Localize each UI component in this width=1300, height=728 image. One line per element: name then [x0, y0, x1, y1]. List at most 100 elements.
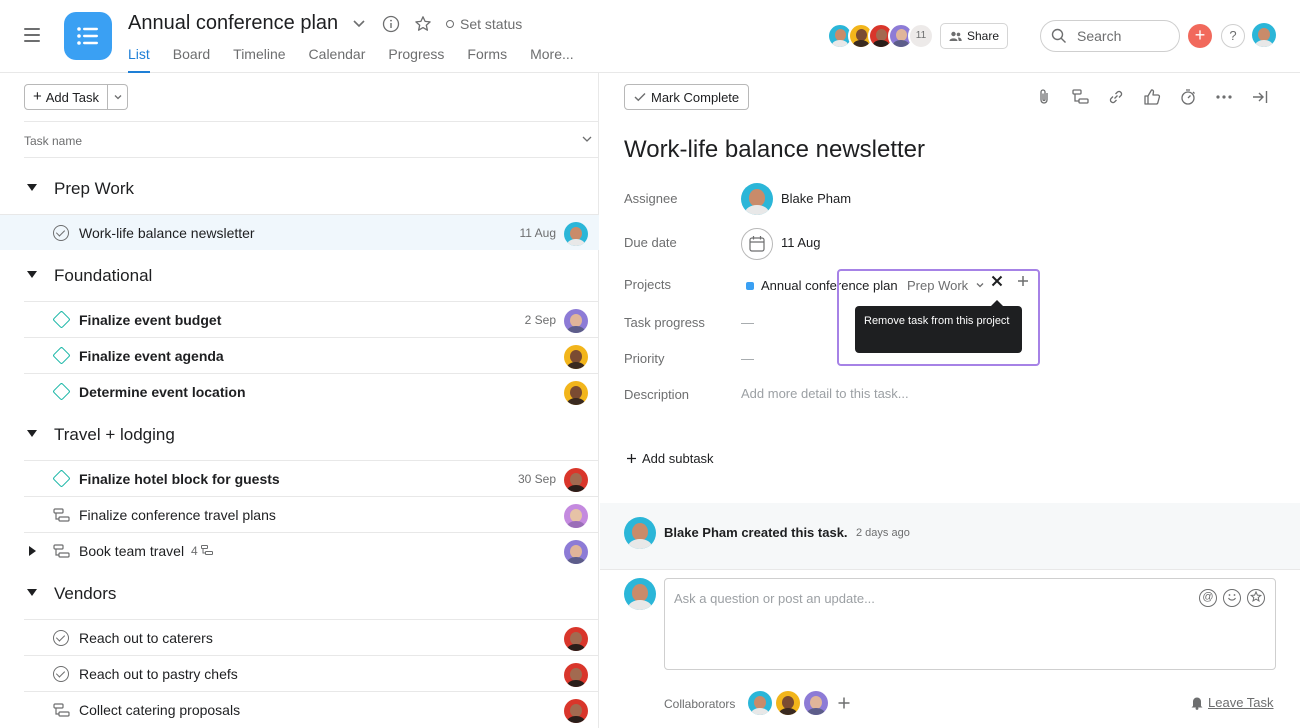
- chevron-down-icon[interactable]: [352, 16, 366, 33]
- add-subtask-button[interactable]: Add subtask: [626, 451, 714, 466]
- creator-avatar[interactable]: [624, 517, 656, 549]
- milestone-diamond-icon[interactable]: [52, 346, 71, 365]
- task-row[interactable]: Finalize hotel block for guests 30 Sep: [24, 460, 599, 496]
- appreciation-star-icon[interactable]: [1247, 589, 1265, 607]
- task-name: Book team travel: [79, 543, 185, 559]
- share-button[interactable]: Share: [940, 23, 1008, 49]
- add-task-dropdown-chevron-icon[interactable]: [108, 84, 129, 110]
- quick-add-plus-icon[interactable]: +: [1188, 24, 1212, 48]
- tab-more[interactable]: More...: [530, 46, 574, 73]
- task-row[interactable]: Reach out to caterers: [24, 619, 599, 655]
- assignee-avatar[interactable]: [564, 345, 588, 369]
- add-task-control: + Add Task: [24, 84, 129, 110]
- more-options-icon[interactable]: [1215, 88, 1233, 106]
- close-pane-icon[interactable]: [1251, 88, 1269, 106]
- set-status-button[interactable]: Set status: [446, 16, 522, 32]
- section-header[interactable]: Prep Work: [0, 168, 599, 210]
- assignee-avatar[interactable]: [741, 183, 773, 215]
- add-project-plus-icon[interactable]: [1016, 273, 1030, 293]
- assignee-avatar[interactable]: [564, 540, 588, 564]
- mark-complete-label: Mark Complete: [651, 89, 740, 105]
- collapse-triangle-icon[interactable]: [27, 589, 37, 596]
- check-circle-icon[interactable]: [53, 630, 69, 646]
- collapse-triangle-icon[interactable]: [27, 184, 37, 191]
- tab-progress[interactable]: Progress: [388, 46, 444, 73]
- subtasks-icon[interactable]: [53, 508, 70, 522]
- section-header[interactable]: Travel + lodging: [0, 414, 599, 456]
- assignee-avatar[interactable]: [564, 627, 588, 651]
- attachment-icon[interactable]: [1035, 88, 1053, 106]
- mention-at-icon[interactable]: @: [1199, 589, 1217, 607]
- project-section-dropdown[interactable]: Prep Work: [907, 278, 985, 293]
- task-name: Reach out to caterers: [79, 630, 213, 646]
- leave-task-button[interactable]: Leave Task: [1190, 695, 1274, 710]
- assignee-avatar[interactable]: [564, 381, 588, 405]
- project-title[interactable]: Annual conference plan: [128, 12, 338, 35]
- emoji-icon[interactable]: [1223, 589, 1241, 607]
- tab-calendar[interactable]: Calendar: [309, 46, 366, 73]
- task-name-column-header[interactable]: Task name: [24, 121, 599, 158]
- add-task-button[interactable]: + Add Task: [24, 84, 109, 110]
- subtask-icon[interactable]: [1071, 88, 1089, 106]
- milestone-diamond-icon[interactable]: [52, 310, 71, 329]
- add-collaborator-plus-icon[interactable]: [837, 696, 851, 710]
- due-date-value[interactable]: 11 Aug: [781, 235, 821, 250]
- subtask-count[interactable]: 4: [191, 544, 214, 558]
- collapse-triangle-icon[interactable]: [27, 430, 37, 437]
- subtasks-icon[interactable]: [53, 544, 70, 558]
- section-header[interactable]: Foundational: [0, 255, 599, 297]
- expand-triangle-icon[interactable]: [29, 546, 36, 556]
- collaborator-avatar[interactable]: [776, 691, 800, 715]
- remove-project-close-icon[interactable]: [990, 274, 1004, 293]
- calendar-icon[interactable]: [741, 228, 773, 260]
- task-detail-pane: Mark Complete Work-life balance newslett…: [600, 73, 1300, 728]
- collaborator-avatar[interactable]: [748, 691, 772, 715]
- tab-timeline[interactable]: Timeline: [233, 46, 285, 73]
- tab-board[interactable]: Board: [173, 46, 210, 73]
- collapse-triangle-icon[interactable]: [27, 271, 37, 278]
- priority-value[interactable]: —: [741, 351, 754, 366]
- task-title[interactable]: Work-life balance newsletter: [624, 136, 925, 164]
- task-name: Finalize event budget: [79, 312, 222, 328]
- comment-input[interactable]: Ask a question or post an update... @: [664, 578, 1276, 670]
- user-avatar[interactable]: [1252, 23, 1276, 47]
- task-row[interactable]: Finalize conference travel plans: [24, 496, 599, 532]
- mark-complete-button[interactable]: Mark Complete: [624, 84, 750, 110]
- milestone-diamond-icon[interactable]: [52, 469, 71, 488]
- hamburger-menu-icon[interactable]: [24, 28, 40, 42]
- chevron-down-icon[interactable]: [581, 133, 593, 148]
- task-row[interactable]: Finalize event budget 2 Sep: [24, 301, 599, 337]
- help-icon[interactable]: ?: [1221, 24, 1245, 48]
- task-row[interactable]: Collect catering proposals: [24, 691, 599, 727]
- timer-icon[interactable]: [1179, 88, 1197, 106]
- add-subtask-label: Add subtask: [642, 451, 714, 466]
- assignee-avatar[interactable]: [564, 222, 588, 246]
- task-row[interactable]: Book team travel 4: [24, 532, 599, 568]
- task-progress-value[interactable]: —: [741, 315, 754, 330]
- description-field[interactable]: Add more detail to this task...: [741, 386, 909, 401]
- info-icon[interactable]: [382, 15, 400, 36]
- section-header[interactable]: Vendors: [0, 573, 599, 615]
- tab-list[interactable]: List: [128, 46, 150, 73]
- assignee-avatar[interactable]: [564, 468, 588, 492]
- milestone-diamond-icon[interactable]: [52, 382, 71, 401]
- assignee-avatar[interactable]: [564, 309, 588, 333]
- task-row[interactable]: Work-life balance newsletter 11 Aug: [0, 214, 599, 250]
- star-icon[interactable]: [414, 15, 432, 36]
- assignee-avatar[interactable]: [564, 504, 588, 528]
- subtasks-icon[interactable]: [53, 703, 70, 717]
- check-circle-icon[interactable]: [53, 666, 69, 682]
- check-circle-icon[interactable]: [53, 225, 69, 241]
- assignee-avatar[interactable]: [564, 663, 588, 687]
- link-icon[interactable]: [1107, 88, 1125, 106]
- task-row[interactable]: Determine event location: [24, 373, 599, 409]
- task-row[interactable]: Finalize event agenda: [24, 337, 599, 373]
- collaborator-avatar[interactable]: [804, 691, 828, 715]
- assignee-value[interactable]: Blake Pham: [781, 191, 851, 206]
- plus-icon: [627, 454, 636, 463]
- like-thumbs-up-icon[interactable]: [1143, 88, 1161, 106]
- search-input[interactable]: Search: [1040, 20, 1180, 52]
- task-row[interactable]: Reach out to pastry chefs: [24, 655, 599, 691]
- tab-forms[interactable]: Forms: [467, 46, 507, 73]
- assignee-avatar[interactable]: [564, 699, 588, 723]
